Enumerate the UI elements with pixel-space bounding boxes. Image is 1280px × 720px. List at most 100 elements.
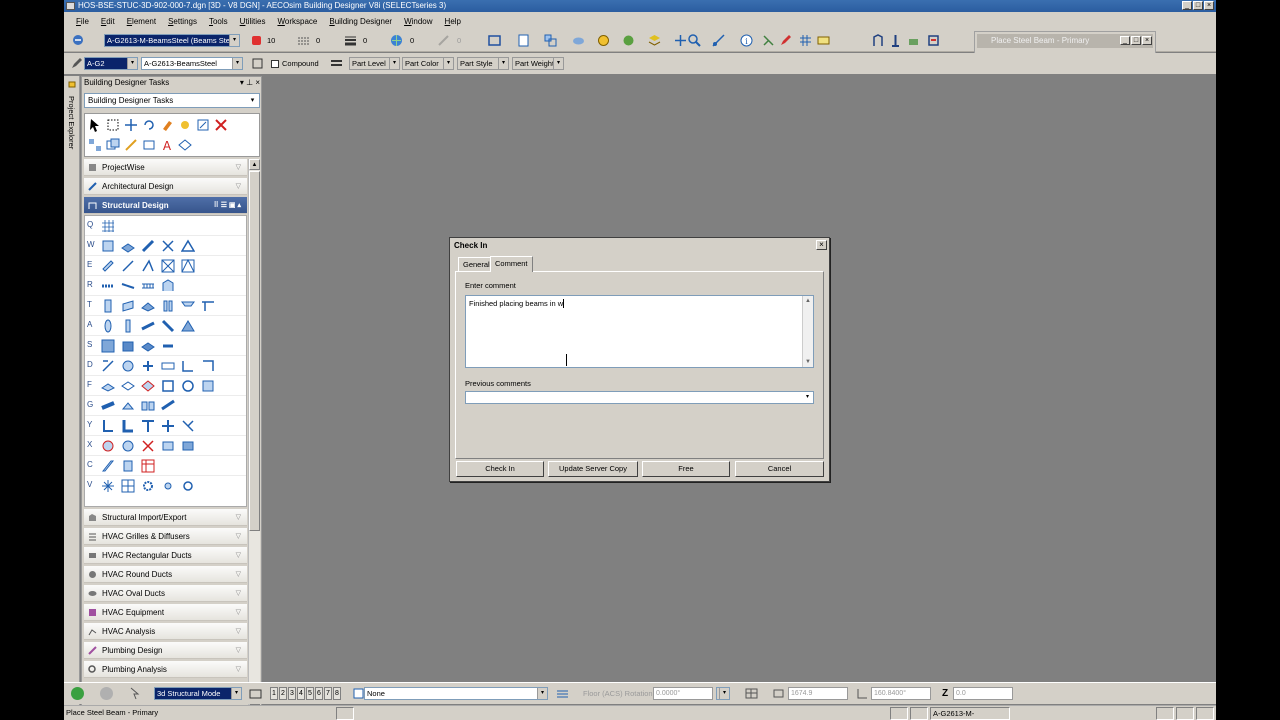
measure-tool-icon[interactable] — [124, 138, 138, 152]
color-icon[interactable] — [250, 34, 263, 47]
sparkle-icon[interactable] — [101, 479, 115, 493]
remove-connection-icon[interactable] — [141, 439, 155, 453]
move-icon[interactable] — [124, 118, 138, 132]
menu-utilities[interactable]: Utilities — [234, 17, 272, 26]
opening-icon[interactable] — [161, 339, 175, 353]
status-config-icon[interactable] — [1196, 707, 1214, 720]
menu-file[interactable]: File — [70, 17, 95, 26]
cage-icon[interactable] — [201, 379, 215, 393]
length-icon[interactable] — [772, 687, 785, 700]
analyze-icon[interactable] — [181, 479, 195, 493]
category-structural-import-export[interactable]: Structural Import/Export ▽ — [84, 509, 247, 526]
category-hvac-rectangular[interactable]: HVAC Rectangular Ducts ▽ — [84, 547, 247, 564]
cloud-icon[interactable] — [572, 34, 585, 47]
floor-icon[interactable] — [556, 687, 569, 700]
category-structural-design[interactable]: Structural Design ⠿ ☰ ▣ ▴ — [84, 197, 247, 214]
stair-icon[interactable] — [101, 279, 115, 293]
panel-maximize-button[interactable]: □ — [1131, 36, 1141, 45]
minimize-button[interactable]: _ — [1182, 1, 1192, 10]
task-panel-controls[interactable]: ▾ ⊥ × — [240, 77, 260, 89]
length-field[interactable]: 1674.9 — [788, 687, 848, 700]
info-icon[interactable]: i — [740, 34, 753, 47]
footing-tool-icon[interactable] — [907, 34, 920, 47]
k-brace-icon[interactable] — [181, 259, 195, 273]
view-5-button[interactable]: 5 — [306, 687, 314, 700]
menu-element[interactable]: Element — [121, 17, 162, 26]
maximize-button[interactable]: □ — [1193, 1, 1203, 10]
menu-settings[interactable]: Settings — [162, 17, 203, 26]
gusset-icon[interactable] — [181, 419, 195, 433]
task-set-combo[interactable]: Building Designer Tasks ▾ — [84, 93, 260, 108]
part-icon[interactable] — [251, 57, 264, 70]
column-tool-icon[interactable] — [889, 34, 902, 47]
bolt-icon[interactable] — [141, 359, 155, 373]
modify-icon[interactable] — [178, 118, 192, 132]
view-8-button[interactable]: 8 — [333, 687, 341, 700]
structural-grid-icon[interactable] — [101, 219, 115, 233]
frame-icon[interactable] — [161, 379, 175, 393]
category-hvac-equipment[interactable]: HVAC Equipment ▽ — [84, 604, 247, 621]
category-hvac-analysis[interactable]: HVAC Analysis ▽ — [84, 623, 247, 640]
rotate-icon[interactable] — [142, 118, 156, 132]
edit-pencil-icon[interactable] — [779, 34, 792, 47]
ladder-icon[interactable] — [141, 279, 155, 293]
view-mode-combo[interactable]: 3d Structural Mode ▾ — [154, 687, 242, 700]
angle-icon[interactable] — [856, 687, 869, 700]
free-button[interactable]: Free — [642, 461, 730, 477]
railing-icon[interactable] — [121, 279, 135, 293]
angle-shape-icon[interactable] — [101, 419, 115, 433]
line-weight-icon[interactable] — [344, 34, 357, 47]
stretch-icon[interactable] — [101, 399, 115, 413]
template-tool-icon[interactable] — [927, 34, 940, 47]
dimension-icon[interactable] — [178, 138, 192, 152]
refresh-icon[interactable] — [181, 379, 195, 393]
part-level-combo[interactable]: Part Level ▾ — [349, 57, 400, 70]
fence-icon[interactable] — [544, 34, 557, 47]
rotation-field[interactable]: 0.0000° — [653, 687, 713, 700]
scale-icon[interactable] — [196, 118, 210, 132]
menu-workspace[interactable]: Workspace — [271, 17, 323, 26]
pencil-icon[interactable] — [70, 57, 83, 70]
delete-icon[interactable] — [214, 118, 228, 132]
merge-icon[interactable] — [141, 379, 155, 393]
grid-select-icon[interactable] — [121, 479, 135, 493]
deck-icon[interactable] — [141, 339, 155, 353]
status-lock-cell[interactable] — [890, 707, 908, 720]
grid-lock-icon[interactable] — [745, 687, 758, 700]
previous-comments-combo[interactable]: ▾ — [465, 391, 814, 404]
paint-icon[interactable] — [160, 118, 174, 132]
scroll-down-icon[interactable]: ▼ — [803, 357, 813, 367]
panel-minimize-button[interactable]: _ — [1120, 36, 1130, 45]
align-icon[interactable] — [141, 399, 155, 413]
active-level-cell[interactable]: A-G2613-M-BeamsSteel — [930, 707, 1010, 720]
tag-icon[interactable] — [762, 34, 775, 47]
floor-icon[interactable] — [121, 339, 135, 353]
project-explorer-strip[interactable]: Project Explorer — [64, 76, 80, 706]
select-arrow-icon[interactable] — [88, 118, 102, 132]
place-brace-icon[interactable] — [161, 239, 175, 253]
settings-gear-icon[interactable] — [161, 479, 175, 493]
category-plumbing-analysis[interactable]: Plumbing Analysis ▽ — [84, 661, 247, 678]
dialog-close-icon[interactable]: × — [816, 240, 827, 250]
pier-icon[interactable] — [181, 299, 195, 313]
category-hvac-oval[interactable]: HVAC Oval Ducts ▽ — [84, 585, 247, 602]
cruciform-icon[interactable] — [161, 419, 175, 433]
layers-icon[interactable] — [648, 34, 661, 47]
category-hvac-grilles[interactable]: HVAC Grilles & Diffusers ▽ — [84, 528, 247, 545]
snap-icon[interactable] — [674, 34, 687, 47]
split-icon[interactable] — [121, 379, 135, 393]
section-icon[interactable] — [817, 34, 830, 47]
saved-view-combo[interactable]: None ▾ — [364, 687, 548, 700]
place-truss-icon[interactable] — [181, 239, 195, 253]
part-color-combo[interactable]: Part Color ▾ — [402, 57, 454, 70]
cap-icon[interactable] — [201, 299, 215, 313]
column-icon[interactable] — [101, 299, 115, 313]
offset-icon[interactable] — [161, 399, 175, 413]
transparency-icon[interactable] — [437, 34, 450, 47]
menu-building-designer[interactable]: Building Designer — [323, 17, 398, 26]
select-box-icon[interactable] — [106, 118, 120, 132]
explorer-icon[interactable] — [72, 34, 85, 47]
menu-window[interactable]: Window — [398, 17, 438, 26]
view-groups-icon[interactable] — [249, 687, 262, 700]
pile-icon[interactable] — [161, 299, 175, 313]
